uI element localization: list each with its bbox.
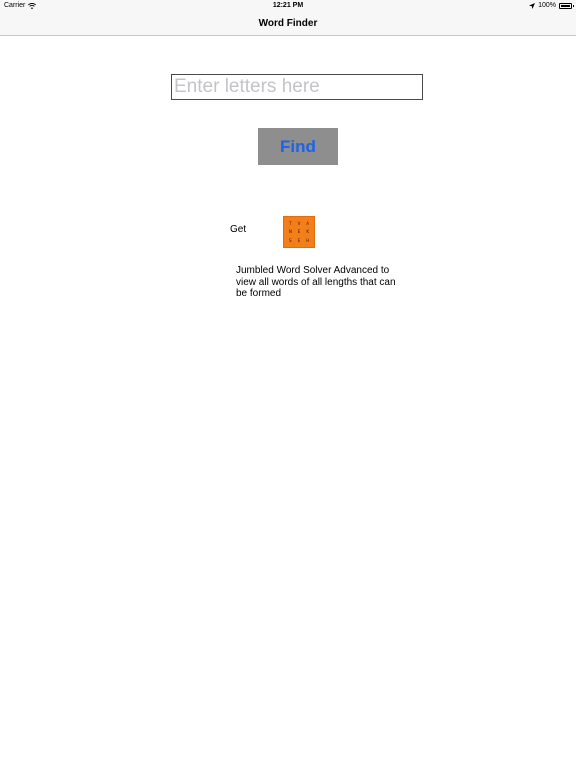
icon-letter: E — [297, 238, 301, 244]
battery-percent: 100% — [538, 2, 556, 9]
icon-letter: N — [288, 229, 292, 235]
icon-letter: T — [289, 220, 292, 226]
location-icon — [529, 3, 536, 9]
icon-letter: S — [289, 238, 292, 244]
icon-letter: E — [297, 229, 301, 235]
letters-input[interactable] — [171, 74, 423, 100]
icon-letter: V — [297, 220, 301, 226]
screen: Carrier 12:21 PM 100% Word Finder Find — [0, 0, 576, 768]
promo-description: Jumbled Word Solver Advanced to view all… — [236, 265, 396, 299]
status-right: 100% — [529, 0, 574, 12]
status-bar: Carrier 12:21 PM 100% — [0, 0, 576, 12]
status-time: 12:21 PM — [272, 2, 304, 9]
icon-letter: A — [306, 220, 310, 226]
page-title: Word Finder — [258, 18, 318, 29]
find-button[interactable]: Find — [258, 128, 338, 165]
battery-icon — [559, 3, 574, 9]
jumbled-word-solver-app-icon[interactable]: T V A N E K S E H — [283, 216, 315, 248]
icon-letter: K — [306, 229, 309, 235]
get-label: Get — [230, 224, 247, 235]
navigation-bar: Word Finder — [0, 12, 576, 36]
icon-letter: H — [306, 238, 310, 244]
